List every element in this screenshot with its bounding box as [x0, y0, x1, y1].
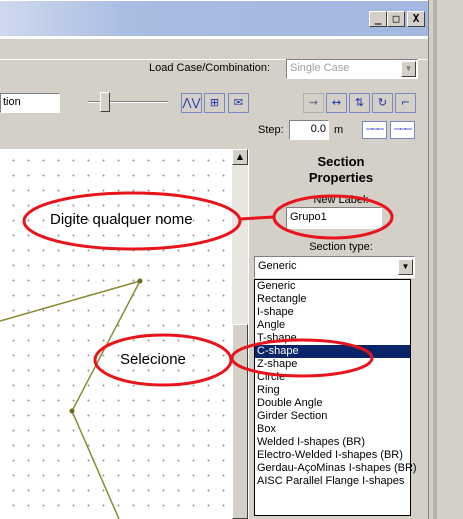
callout-text-select: Selecione [120, 351, 186, 368]
callout-text-name: Digite qualquer nome [50, 211, 193, 228]
highlight-ellipse-cshape [230, 338, 374, 378]
callout-connector-1 [239, 215, 275, 221]
highlight-ellipse-label [272, 194, 394, 240]
annotation-layer [22, 191, 394, 387]
